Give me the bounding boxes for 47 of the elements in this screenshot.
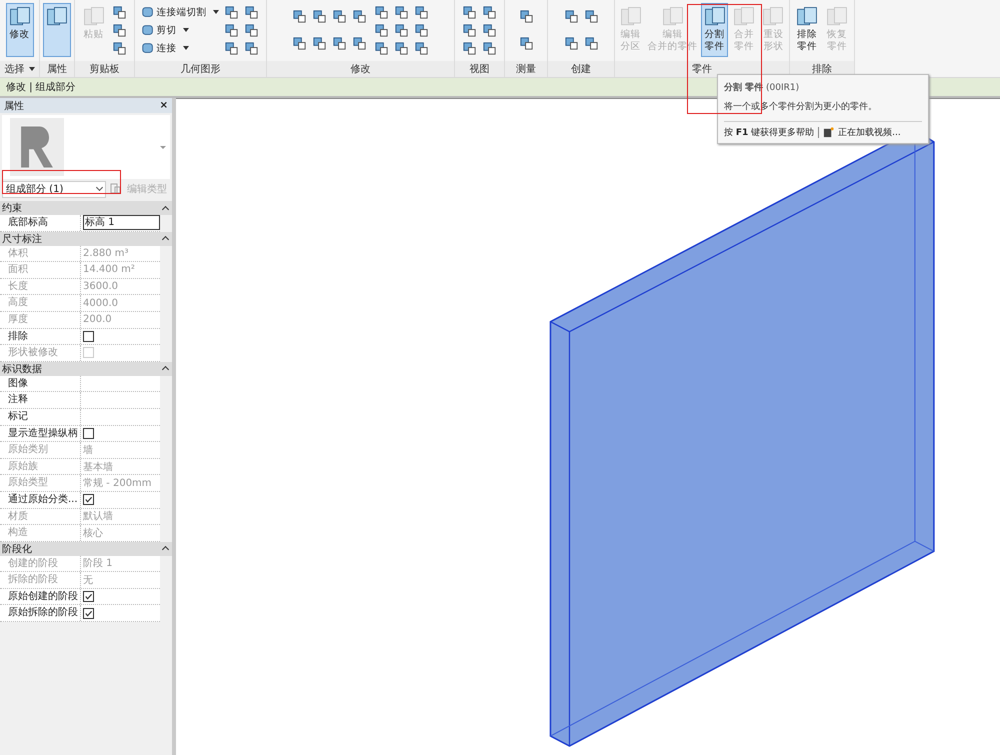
context-label: 修改 | 组成部分 [6,80,76,94]
property-label: 注释 [0,392,81,408]
property-value: 默认墙 [83,510,113,524]
panel-label: 几何图形 [180,63,220,76]
property-value: 3600.0 [83,281,118,292]
panel-title: 属性 [4,100,24,112]
panel-label: 选择 [4,62,24,76]
panel-label: 剪贴板 [90,62,120,76]
property-value: 基本墙 [83,460,113,474]
panel-label: 属性 [47,62,67,76]
property-label: 构造 [0,525,81,541]
property-label: 显示造型操纵柄 [0,426,81,442]
property-label: 通过原始分类... [0,492,81,508]
property-label: 厚度 [0,312,81,328]
property-label: 原始拆除的阶段 [0,605,81,622]
help-hint: 按 F1 键获得更多帮助 [724,126,814,139]
property-label: 原始创建的阶段 [0,588,81,604]
panel-label: 排除 [812,62,832,76]
property-label: 面积 [0,262,81,278]
panel-label: 创建 [571,62,591,76]
property-label: 底部标高 [0,215,81,231]
property-label: 标记 [0,408,81,425]
property-value: 墙 [83,444,93,457]
property-value: 2.880 m³ [83,248,129,259]
property-label: 图像 [0,376,81,392]
property-value: 核心 [83,526,103,540]
property-label: 创建的阶段 [0,556,81,572]
property-label: 原始类型 [0,475,81,491]
property-label: 原始族 [0,458,81,474]
property-label: 长度 [0,278,81,294]
property-label: 体积 [0,246,81,262]
property-label: 原始类别 [0,442,81,458]
property-value: 200.0 [83,314,112,326]
panel-label: 视图 [470,62,490,76]
property-label: 高度 [0,295,81,311]
property-label: 拆除的阶段 [0,572,81,588]
property-label: 材质 [0,508,81,524]
panel-label: 零件 [692,63,712,76]
property-label: 形状被修改 [0,345,81,361]
property-label: 排除 [0,328,81,344]
property-value: 阶段 1 [83,557,113,570]
property-value: 常规 - 200mm [83,476,152,490]
panel-label: 修改 [350,63,370,76]
property-value: 4000.0 [83,298,118,309]
panel-label: 测量 [516,62,536,76]
property-value: 无 [83,574,93,588]
property-value: 14.400 m² [83,264,135,276]
